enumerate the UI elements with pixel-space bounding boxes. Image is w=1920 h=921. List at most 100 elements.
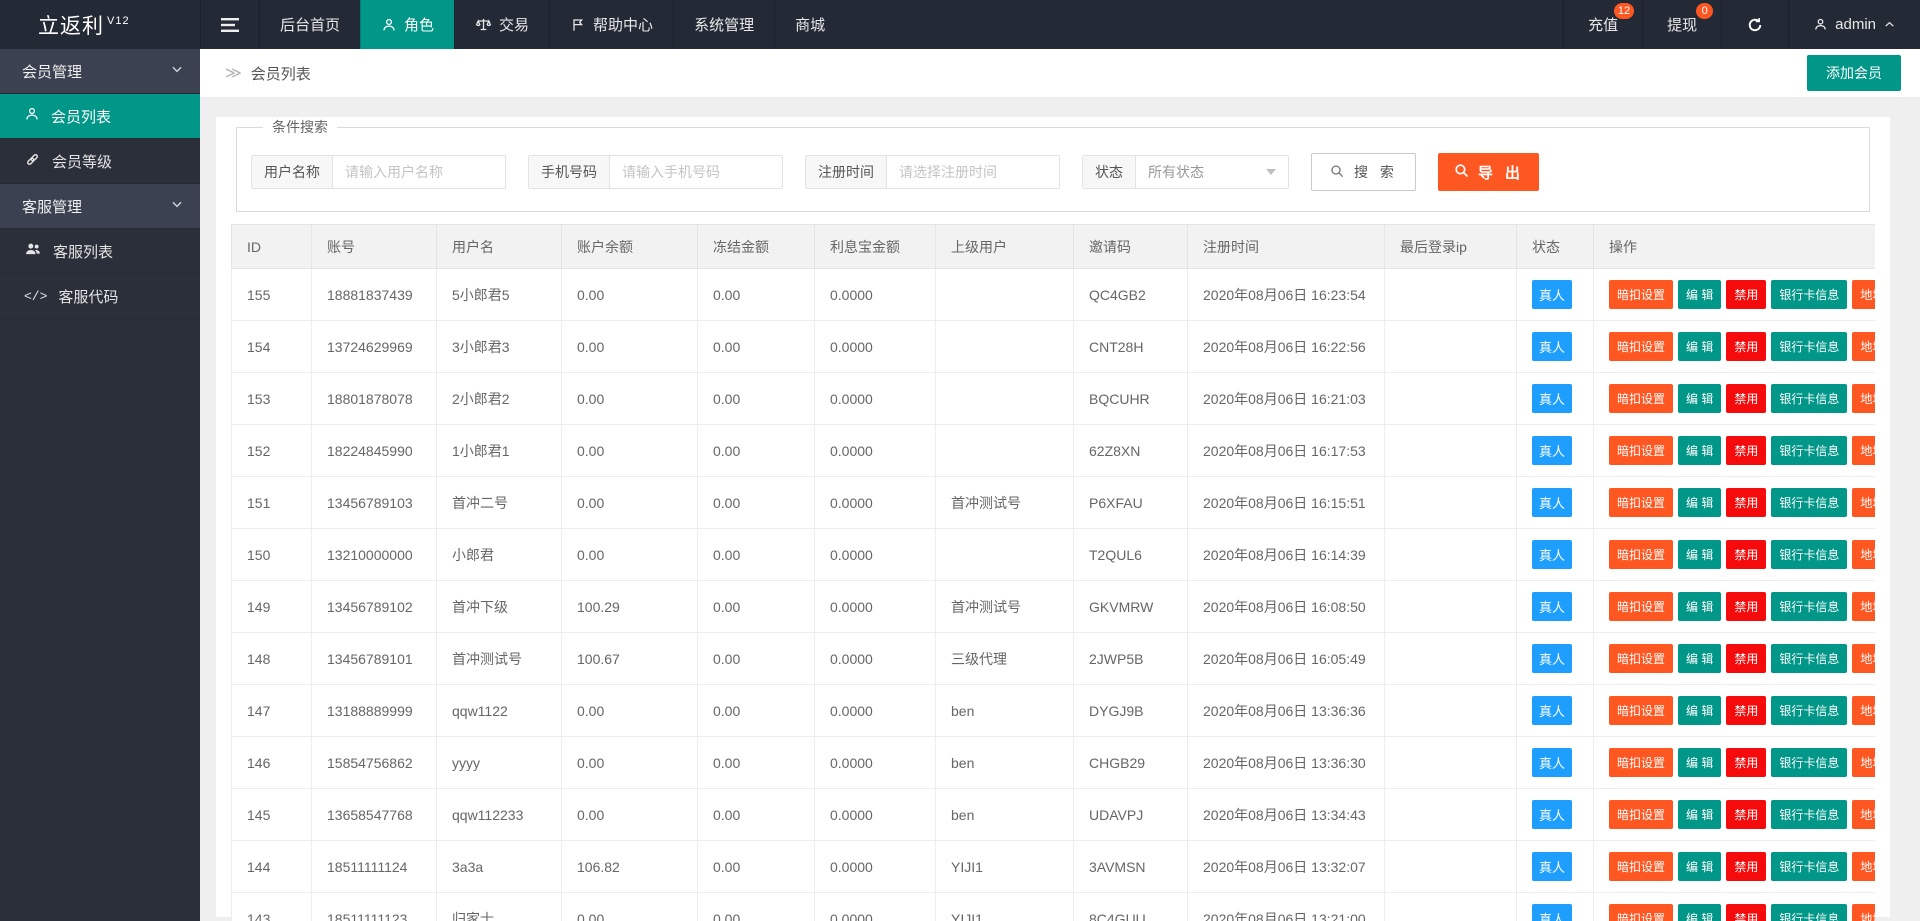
nav-tab-trade[interactable]: 交易 bbox=[454, 0, 549, 49]
action-bank-card-info-button[interactable]: 银行卡信息 bbox=[1771, 904, 1847, 921]
action-address-button[interactable]: 地址 bbox=[1852, 592, 1875, 621]
action-address-button[interactable]: 地址 bbox=[1852, 696, 1875, 725]
action-edit-button[interactable]: 编 辑 bbox=[1678, 384, 1721, 413]
action-disable-button[interactable]: 禁用 bbox=[1726, 332, 1766, 361]
status-badge[interactable]: 真人 bbox=[1532, 800, 1572, 829]
status-badge[interactable]: 真人 bbox=[1532, 592, 1572, 621]
action-disable-button[interactable]: 禁用 bbox=[1726, 592, 1766, 621]
action-disable-button[interactable]: 禁用 bbox=[1726, 748, 1766, 777]
action-address-button[interactable]: 地址 bbox=[1852, 904, 1875, 921]
action-bank-card-info-button[interactable]: 银行卡信息 bbox=[1771, 644, 1847, 673]
action-address-button[interactable]: 地址 bbox=[1852, 748, 1875, 777]
sidebar-item-member-list[interactable]: 会员列表 bbox=[0, 94, 200, 139]
recharge-button[interactable]: 12 充值 bbox=[1563, 0, 1642, 49]
action-deduct-settings-button[interactable]: 暗扣设置 bbox=[1609, 488, 1673, 517]
action-bank-card-info-button[interactable]: 银行卡信息 bbox=[1771, 384, 1847, 413]
action-deduct-settings-button[interactable]: 暗扣设置 bbox=[1609, 904, 1673, 921]
action-disable-button[interactable]: 禁用 bbox=[1726, 436, 1766, 465]
status-badge[interactable]: 真人 bbox=[1532, 644, 1572, 673]
action-disable-button[interactable]: 禁用 bbox=[1726, 800, 1766, 829]
user-menu[interactable]: admin bbox=[1788, 0, 1920, 49]
action-disable-button[interactable]: 禁用 bbox=[1726, 488, 1766, 517]
sidebar-item-member-level[interactable]: 会员等级 bbox=[0, 139, 200, 184]
nav-tab-roles[interactable]: 角色 bbox=[360, 0, 454, 49]
action-deduct-settings-button[interactable]: 暗扣设置 bbox=[1609, 696, 1673, 725]
action-bank-card-info-button[interactable]: 银行卡信息 bbox=[1771, 852, 1847, 881]
status-badge[interactable]: 真人 bbox=[1532, 488, 1572, 517]
action-bank-card-info-button[interactable]: 银行卡信息 bbox=[1771, 748, 1847, 777]
refresh-button[interactable] bbox=[1721, 0, 1788, 49]
action-deduct-settings-button[interactable]: 暗扣设置 bbox=[1609, 644, 1673, 673]
action-address-button[interactable]: 地址 bbox=[1852, 488, 1875, 517]
action-disable-button[interactable]: 禁用 bbox=[1726, 904, 1766, 921]
action-disable-button[interactable]: 禁用 bbox=[1726, 852, 1766, 881]
action-edit-button[interactable]: 编 辑 bbox=[1678, 904, 1721, 921]
action-disable-button[interactable]: 禁用 bbox=[1726, 540, 1766, 569]
status-badge[interactable]: 真人 bbox=[1532, 852, 1572, 881]
status-badge[interactable]: 真人 bbox=[1532, 904, 1572, 921]
action-deduct-settings-button[interactable]: 暗扣设置 bbox=[1609, 852, 1673, 881]
action-bank-card-info-button[interactable]: 银行卡信息 bbox=[1771, 696, 1847, 725]
status-badge[interactable]: 真人 bbox=[1532, 384, 1572, 413]
action-deduct-settings-button[interactable]: 暗扣设置 bbox=[1609, 436, 1673, 465]
search-button[interactable]: 搜 索 bbox=[1311, 153, 1416, 191]
action-bank-card-info-button[interactable]: 银行卡信息 bbox=[1771, 800, 1847, 829]
sidebar-item-service-list[interactable]: 客服列表 bbox=[0, 229, 200, 274]
action-edit-button[interactable]: 编 辑 bbox=[1678, 644, 1721, 673]
sidebar-toggle-button[interactable] bbox=[200, 0, 259, 49]
sidebar-group-service-management[interactable]: 客服管理 bbox=[0, 184, 200, 229]
phone-input[interactable] bbox=[610, 156, 782, 188]
nav-tab-home[interactable]: 后台首页 bbox=[259, 0, 360, 49]
action-disable-button[interactable]: 禁用 bbox=[1726, 384, 1766, 413]
status-badge[interactable]: 真人 bbox=[1532, 540, 1572, 569]
nav-tab-system[interactable]: 系统管理 bbox=[673, 0, 774, 49]
action-deduct-settings-button[interactable]: 暗扣设置 bbox=[1609, 280, 1673, 309]
action-edit-button[interactable]: 编 辑 bbox=[1678, 800, 1721, 829]
action-bank-card-info-button[interactable]: 银行卡信息 bbox=[1771, 436, 1847, 465]
action-edit-button[interactable]: 编 辑 bbox=[1678, 852, 1721, 881]
action-deduct-settings-button[interactable]: 暗扣设置 bbox=[1609, 540, 1673, 569]
status-badge[interactable]: 真人 bbox=[1532, 280, 1572, 309]
action-edit-button[interactable]: 编 辑 bbox=[1678, 592, 1721, 621]
action-edit-button[interactable]: 编 辑 bbox=[1678, 436, 1721, 465]
action-address-button[interactable]: 地址 bbox=[1852, 332, 1875, 361]
action-address-button[interactable]: 地址 bbox=[1852, 800, 1875, 829]
action-disable-button[interactable]: 禁用 bbox=[1726, 696, 1766, 725]
action-edit-button[interactable]: 编 辑 bbox=[1678, 488, 1721, 517]
nav-tab-mall[interactable]: 商城 bbox=[774, 0, 845, 49]
action-bank-card-info-button[interactable]: 银行卡信息 bbox=[1771, 332, 1847, 361]
action-deduct-settings-button[interactable]: 暗扣设置 bbox=[1609, 748, 1673, 777]
sidebar-group-member-management[interactable]: 会员管理 bbox=[0, 49, 200, 94]
status-badge[interactable]: 真人 bbox=[1532, 748, 1572, 777]
action-address-button[interactable]: 地址 bbox=[1852, 436, 1875, 465]
action-address-button[interactable]: 地址 bbox=[1852, 540, 1875, 569]
status-select[interactable]: 所有状态 bbox=[1136, 156, 1288, 188]
sidebar-item-service-code[interactable]: </> 客服代码 bbox=[0, 274, 200, 319]
action-bank-card-info-button[interactable]: 银行卡信息 bbox=[1771, 488, 1847, 517]
username-input[interactable] bbox=[333, 156, 505, 188]
add-member-button[interactable]: 添加会员 bbox=[1807, 55, 1901, 91]
action-bank-card-info-button[interactable]: 银行卡信息 bbox=[1771, 592, 1847, 621]
action-deduct-settings-button[interactable]: 暗扣设置 bbox=[1609, 332, 1673, 361]
action-edit-button[interactable]: 编 辑 bbox=[1678, 540, 1721, 569]
action-address-button[interactable]: 地址 bbox=[1852, 384, 1875, 413]
action-address-button[interactable]: 地址 bbox=[1852, 280, 1875, 309]
withdraw-button[interactable]: 0 提现 bbox=[1642, 0, 1721, 49]
export-button[interactable]: 导 出 bbox=[1438, 153, 1539, 191]
action-disable-button[interactable]: 禁用 bbox=[1726, 280, 1766, 309]
action-deduct-settings-button[interactable]: 暗扣设置 bbox=[1609, 592, 1673, 621]
action-deduct-settings-button[interactable]: 暗扣设置 bbox=[1609, 384, 1673, 413]
action-deduct-settings-button[interactable]: 暗扣设置 bbox=[1609, 800, 1673, 829]
action-edit-button[interactable]: 编 辑 bbox=[1678, 696, 1721, 725]
action-edit-button[interactable]: 编 辑 bbox=[1678, 332, 1721, 361]
action-edit-button[interactable]: 编 辑 bbox=[1678, 280, 1721, 309]
regtime-input[interactable] bbox=[887, 156, 1059, 188]
nav-tab-help-center[interactable]: 帮助中心 bbox=[549, 0, 673, 49]
action-bank-card-info-button[interactable]: 银行卡信息 bbox=[1771, 540, 1847, 569]
action-disable-button[interactable]: 禁用 bbox=[1726, 644, 1766, 673]
status-badge[interactable]: 真人 bbox=[1532, 436, 1572, 465]
action-address-button[interactable]: 地址 bbox=[1852, 644, 1875, 673]
action-bank-card-info-button[interactable]: 银行卡信息 bbox=[1771, 280, 1847, 309]
action-edit-button[interactable]: 编 辑 bbox=[1678, 748, 1721, 777]
action-address-button[interactable]: 地址 bbox=[1852, 852, 1875, 881]
